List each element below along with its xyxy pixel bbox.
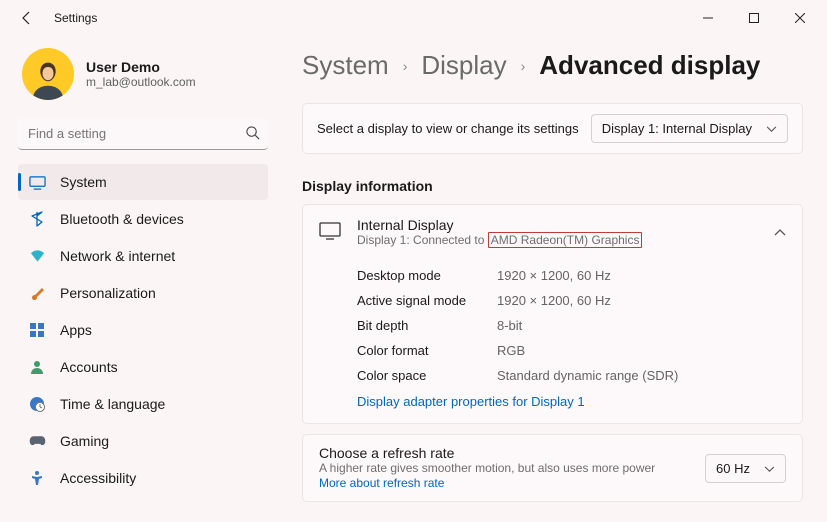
nav-label: Gaming (60, 433, 109, 449)
sidebar: User Demo m_lab@outlook.com System Bluet… (0, 36, 280, 522)
nav-label: Bluetooth & devices (60, 211, 184, 227)
titlebar: Settings (0, 0, 827, 36)
refresh-link[interactable]: More about refresh rate (319, 475, 444, 491)
nav-item-time[interactable]: Time & language (18, 386, 268, 422)
search-icon (245, 125, 260, 143)
window-title: Settings (54, 11, 97, 25)
profile-name: User Demo (86, 59, 196, 75)
nav-item-accessibility[interactable]: Accessibility (18, 460, 268, 496)
refresh-rate-selector[interactable]: 60 Hz (705, 454, 786, 483)
chevron-down-icon (764, 461, 775, 476)
adapter-properties-link[interactable]: Display adapter properties for Display 1 (357, 388, 585, 411)
nav-item-accounts[interactable]: Accounts (18, 349, 268, 385)
brush-icon (28, 284, 46, 302)
chevron-right-icon: › (521, 58, 526, 74)
chevron-down-icon (766, 121, 777, 136)
nav-label: System (60, 174, 107, 190)
breadcrumb-system[interactable]: System (302, 50, 389, 81)
minimize-icon (703, 13, 713, 23)
maximize-button[interactable] (731, 2, 777, 34)
avatar (22, 48, 74, 100)
page-title: Advanced display (539, 50, 760, 81)
nav-label: Personalization (60, 285, 156, 301)
globe-clock-icon (28, 395, 46, 413)
maximize-icon (749, 13, 759, 23)
chevron-up-icon (774, 225, 786, 240)
nav-item-gaming[interactable]: Gaming (18, 423, 268, 459)
nav-label: Accounts (60, 359, 118, 375)
minimize-button[interactable] (685, 2, 731, 34)
window-controls (685, 2, 823, 34)
gaming-icon (28, 432, 46, 450)
arrow-left-icon (19, 10, 35, 26)
refresh-rate-card: Choose a refresh rate A higher rate give… (302, 434, 803, 502)
back-button[interactable] (18, 9, 36, 27)
info-row: Bit depth8-bit (357, 313, 784, 338)
wifi-icon (28, 247, 46, 265)
nav-label: Time & language (60, 396, 165, 412)
profile-block[interactable]: User Demo m_lab@outlook.com (18, 42, 268, 118)
info-row: Desktop mode1920 × 1200, 60 Hz (357, 263, 784, 288)
nav-item-apps[interactable]: Apps (18, 312, 268, 348)
bluetooth-icon (28, 210, 46, 228)
nav-label: Apps (60, 322, 92, 338)
refresh-sub: A higher rate gives smoother motion, but… (319, 461, 655, 475)
system-icon (28, 173, 46, 191)
search-input[interactable] (18, 118, 268, 150)
profile-email: m_lab@outlook.com (86, 75, 196, 89)
nav-item-bluetooth[interactable]: Bluetooth & devices (18, 201, 268, 237)
nav-label: Network & internet (60, 248, 175, 264)
adapter-name-highlight: AMD Radeon(TM) Graphics (488, 232, 643, 248)
nav-label: Accessibility (60, 470, 136, 486)
display-selector-row: Select a display to view or change its s… (302, 103, 803, 154)
breadcrumb-display[interactable]: Display (421, 50, 506, 81)
nav-list: System Bluetooth & devices Network & int… (18, 164, 268, 496)
section-title: Display information (302, 178, 803, 194)
search-wrap (18, 118, 268, 150)
accessibility-icon (28, 469, 46, 487)
nav-item-system[interactable]: System (18, 164, 268, 200)
refresh-value: 60 Hz (716, 461, 750, 476)
display-name: Internal Display (357, 217, 758, 233)
selector-value: Display 1: Internal Display (602, 121, 752, 136)
monitor-icon (319, 222, 341, 243)
display-selector[interactable]: Display 1: Internal Display (591, 114, 788, 143)
info-row: Active signal mode1920 × 1200, 60 Hz (357, 288, 784, 313)
close-button[interactable] (777, 2, 823, 34)
nav-item-personalization[interactable]: Personalization (18, 275, 268, 311)
apps-icon (28, 321, 46, 339)
content-area: System › Display › Advanced display Sele… (280, 36, 827, 522)
card-header[interactable]: Internal Display Display 1: Connected to… (303, 205, 802, 259)
info-row: Color formatRGB (357, 338, 784, 363)
breadcrumb: System › Display › Advanced display (302, 50, 803, 81)
display-info-card: Internal Display Display 1: Connected to… (302, 204, 803, 424)
display-subtitle: Display 1: Connected to AMD Radeon(TM) G… (357, 233, 758, 247)
chevron-right-icon: › (403, 58, 408, 74)
info-table: Desktop mode1920 × 1200, 60 Hz Active si… (303, 259, 802, 423)
info-row: Color spaceStandard dynamic range (SDR) (357, 363, 784, 388)
person-icon (28, 358, 46, 376)
close-icon (795, 13, 805, 23)
refresh-title: Choose a refresh rate (319, 445, 655, 461)
nav-item-network[interactable]: Network & internet (18, 238, 268, 274)
selector-label: Select a display to view or change its s… (317, 121, 579, 136)
